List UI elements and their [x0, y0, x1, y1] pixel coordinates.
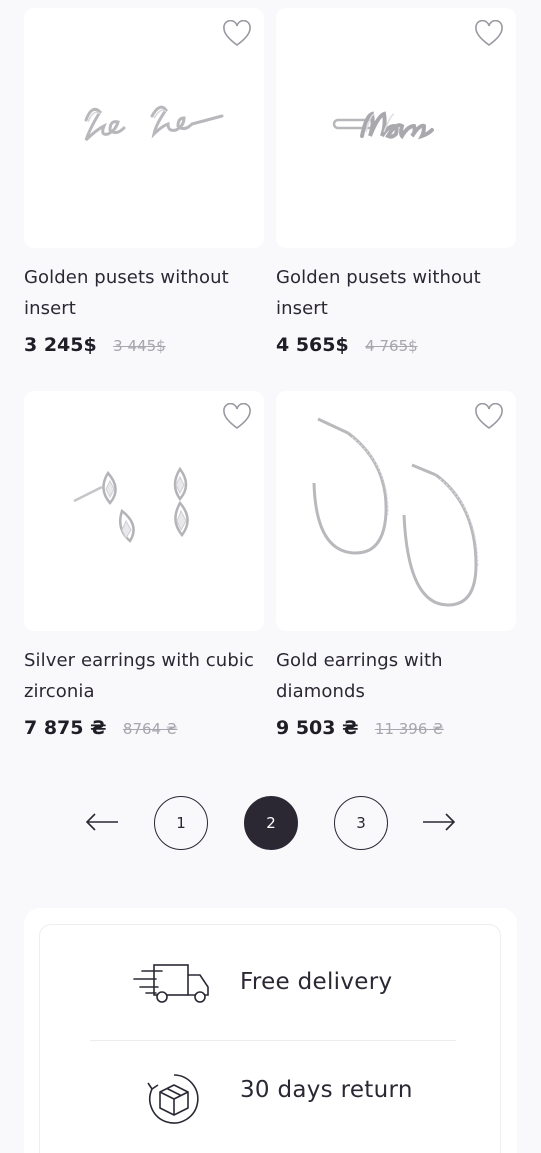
- page-button-2[interactable]: 2: [244, 796, 298, 850]
- heart-outline-icon[interactable]: [222, 20, 252, 48]
- delivery-truck-icon: [133, 964, 209, 1003]
- product-old-price: 11 396 ₴: [374, 720, 444, 738]
- product-title[interactable]: Golden pusets without insert: [24, 262, 264, 324]
- product-prices: 4 565$ 4 765$: [276, 334, 418, 356]
- product-title[interactable]: Gold earrings with diamonds: [276, 645, 516, 707]
- product-price: 3 245$: [24, 334, 97, 356]
- product-old-price: 3 445$: [113, 337, 166, 355]
- product-price: 9 503 ₴: [276, 717, 359, 739]
- page-button-3[interactable]: 3: [334, 796, 388, 850]
- product-prices: 9 503 ₴ 11 396 ₴: [276, 717, 444, 739]
- arrow-left-icon[interactable]: [84, 809, 120, 835]
- product-title[interactable]: Golden pusets without insert: [276, 262, 516, 324]
- pagination: 1 2 3: [0, 796, 541, 850]
- page-button-1[interactable]: 1: [154, 796, 208, 850]
- product-image[interactable]: [24, 391, 264, 631]
- heart-outline-icon[interactable]: [222, 403, 252, 431]
- product-title[interactable]: Silver earrings with cubic zirconia: [24, 645, 264, 707]
- heart-outline-icon[interactable]: [474, 403, 504, 431]
- product-image[interactable]: [24, 8, 264, 248]
- product-image[interactable]: [276, 8, 516, 248]
- product-prices: 3 245$ 3 445$: [24, 334, 166, 356]
- feature-label: Free delivery: [240, 969, 393, 995]
- feature-label: 30 days return: [240, 1077, 413, 1103]
- features-box: Free delivery 30 days return: [39, 924, 501, 1153]
- heart-outline-icon[interactable]: [474, 20, 504, 48]
- arrow-right-icon[interactable]: [421, 809, 457, 835]
- features-panel: Free delivery 30 days return: [24, 908, 517, 1153]
- product-price: 4 565$: [276, 334, 349, 356]
- feature-free-delivery: Free delivery: [40, 961, 502, 1061]
- feature-returns: 30 days return: [40, 1071, 502, 1153]
- product-image[interactable]: [276, 391, 516, 631]
- divider: [90, 1040, 456, 1041]
- product-old-price: 8764 ₴: [122, 720, 178, 738]
- return-box-icon: [147, 1074, 199, 1124]
- product-prices: 7 875 ₴ 8764 ₴: [24, 717, 177, 739]
- product-price: 7 875 ₴: [24, 717, 107, 739]
- product-old-price: 4 765$: [365, 337, 418, 355]
